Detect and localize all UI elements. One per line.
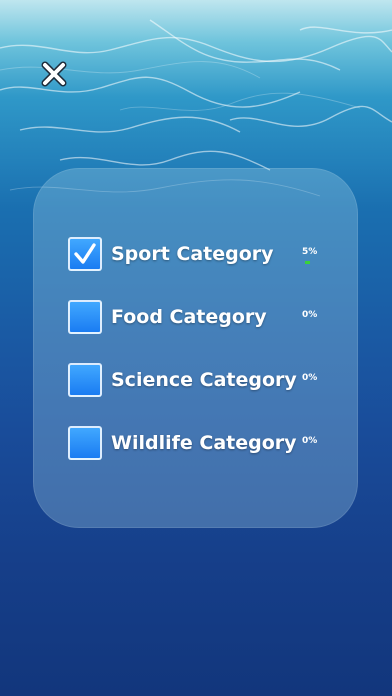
category-panel (33, 168, 358, 528)
category-progress-bar (305, 324, 311, 327)
category-checkbox[interactable] (68, 237, 102, 271)
category-select-screen: Sport Category 5% Food Category 0% Scien… (0, 0, 392, 696)
category-label: Science Category (111, 369, 297, 391)
close-button[interactable] (38, 58, 70, 90)
category-progress-bar (305, 450, 311, 453)
category-percent: 5% (302, 247, 318, 257)
category-label: Food Category (111, 306, 267, 328)
category-checkbox[interactable] (68, 363, 102, 397)
category-percent: 0% (302, 373, 318, 383)
category-label: Sport Category (111, 243, 274, 265)
category-row-sport[interactable]: Sport Category 5% (68, 234, 358, 274)
category-label: Wildlife Category (111, 432, 297, 454)
category-percent: 0% (302, 310, 318, 320)
category-checkbox[interactable] (68, 300, 102, 334)
category-percent: 0% (302, 436, 318, 446)
category-row-wildlife[interactable]: Wildlife Category 0% (68, 423, 358, 463)
progress-fill (305, 261, 310, 264)
checkmark-icon (74, 243, 96, 264)
category-checkbox[interactable] (68, 426, 102, 460)
close-icon (41, 61, 67, 87)
category-row-science[interactable]: Science Category 0% (68, 360, 358, 400)
category-progress-bar (305, 261, 311, 264)
category-row-food[interactable]: Food Category 0% (68, 297, 358, 337)
category-progress-bar (305, 387, 311, 390)
